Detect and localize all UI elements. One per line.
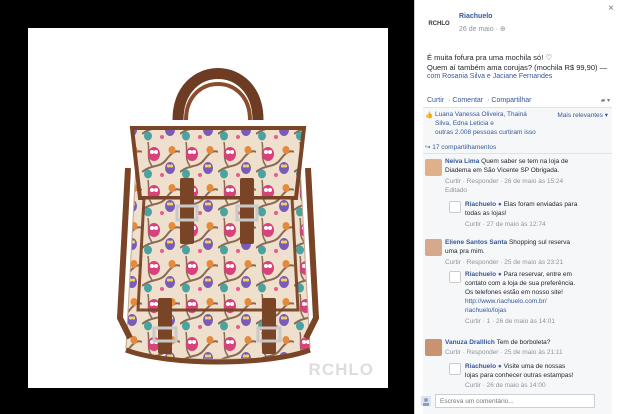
sort-comments-dropdown[interactable]: Mais relevantes ▾: [557, 111, 608, 119]
reply: Riachuelo ● Para reservar, entre em: [465, 271, 572, 278]
avatar[interactable]: [425, 239, 442, 256]
reply-author[interactable]: Riachuelo: [465, 201, 496, 208]
post-actions: Curtir · Comentar · Compartilhar: [427, 97, 532, 104]
reply-text: Para reservar, entre em: [503, 271, 572, 278]
reply: Riachuelo ● Visite uma de nossas: [465, 363, 565, 370]
post-text: É muita fofura pra uma mochila só! ♡ Que…: [427, 53, 607, 73]
verified-badge-icon: ●: [497, 363, 502, 370]
likes-summary-line[interactable]: outras 2.008 pessoas curtiram isso: [435, 129, 536, 136]
comment-author[interactable]: Eliene Santos Santa: [445, 239, 507, 246]
avatar[interactable]: [449, 271, 461, 283]
reply-text: Visite uma de nossas: [503, 363, 566, 370]
comment-text: Tem de borboleta?: [496, 339, 551, 346]
reply-author[interactable]: Riachuelo: [465, 271, 496, 278]
reply-author[interactable]: Riachuelo: [465, 363, 496, 370]
reply-meta[interactable]: Curtir · 26 de maio às 14:00: [465, 382, 546, 389]
post-text-line: É muita fofura pra uma mochila só! ♡: [427, 53, 553, 62]
likes-summary-line[interactable]: Silva, Edna Leticia e: [435, 120, 494, 127]
avatar[interactable]: [449, 363, 461, 375]
close-icon[interactable]: ×: [608, 3, 614, 14]
avatar[interactable]: [449, 201, 461, 213]
page-name-link[interactable]: Riachuelo: [459, 13, 492, 20]
share-button[interactable]: Compartilhar: [491, 97, 531, 104]
comment-text: Diadema em São Vicente SP Obrigada.: [445, 167, 560, 174]
verified-badge-icon: ●: [497, 201, 502, 208]
comment: Eliene Santos Santa Shopping sul reserva: [445, 239, 570, 246]
post-options-icon[interactable]: ▰ ▾: [601, 97, 610, 104]
reply-text: contato com a loja de sua preferência.: [465, 280, 576, 287]
comment-text: Quem saber se tem na loja de: [481, 158, 569, 165]
comment-author[interactable]: Vanuza Dralllich: [445, 339, 495, 346]
user-avatar-icon: [421, 396, 431, 406]
reply: Riachuelo ● Elas foram enviadas para: [465, 201, 577, 208]
reply-meta[interactable]: Curtir · 27 de maio às 12:74: [465, 221, 546, 228]
like-thumb-icon: 👍: [425, 112, 434, 119]
comment-text: uma pra mim.: [445, 248, 485, 255]
comment-meta[interactable]: Curtir · Responder · 25 de maio às 23:21: [445, 259, 563, 266]
shares-link[interactable]: ↪ 17 compartilhamentos: [425, 143, 496, 151]
comment-input[interactable]: [435, 394, 595, 408]
comment: Vanuza Dralllich Tem de borboleta?: [445, 339, 550, 346]
watermark: RCHLO: [308, 360, 374, 379]
avatar[interactable]: [425, 159, 442, 176]
reply-text: Os telefones estão em nosso site!: [465, 289, 563, 296]
post-side-panel: × RCHLO Riachuelo 26 de maio · ⊕ É muita…: [414, 0, 620, 414]
product-photo[interactable]: RCHLO: [28, 28, 388, 388]
reply-text: todas as lojas!: [465, 210, 507, 217]
avatar[interactable]: [425, 339, 442, 356]
comment: Neiva Lima Quem saber se tem na loja de: [445, 158, 568, 165]
reply-meta[interactable]: Curtir · 1 · 26 de maio às 14:01: [465, 318, 555, 325]
post-date[interactable]: 26 de maio ·: [459, 26, 500, 33]
likes-summary-line[interactable]: Luana Vanessa Oliveira, Thainá: [435, 111, 527, 118]
post-text-line: Quem aí também ama corujas? (mochila R$ …: [427, 63, 608, 72]
comment-author[interactable]: Neiva Lima: [445, 158, 479, 165]
tagged-people[interactable]: com Rosania Silva e Jaciane Fernandes: [427, 73, 552, 80]
reply-link[interactable]: riachuelo/lojas: [465, 307, 507, 314]
feedback-area: 👍 Luana Vanessa Oliveira, Thainá Silva, …: [423, 108, 612, 414]
edited-label[interactable]: Editado: [445, 187, 467, 194]
like-button[interactable]: Curtir: [427, 97, 444, 104]
comment-text: Shopping sul reserva: [508, 239, 571, 246]
reply-link[interactable]: http://www.riachuelo.com.br/: [465, 298, 547, 305]
reply-text: Elas foram enviadas para: [503, 201, 578, 208]
shares-count: 17 compartilhamentos: [432, 144, 497, 151]
comment-meta[interactable]: Curtir · Responder · 25 de maio às 21:11: [445, 349, 563, 356]
backpack-image: [116, 68, 320, 365]
globe-icon: ⊕: [499, 26, 506, 33]
post-date-line: 26 de maio · ⊕: [459, 25, 506, 33]
page-logo[interactable]: RCHLO: [427, 20, 451, 36]
verified-badge-icon: ●: [497, 271, 502, 278]
photo-viewer: RCHLO: [0, 0, 414, 414]
comment-meta[interactable]: Curtir · Responder · 26 de maio às 15:24: [445, 178, 563, 185]
divider: [423, 153, 612, 154]
comment-button[interactable]: Comentar: [452, 97, 483, 104]
reply-text: lojas para conhecer outras estampas!: [465, 372, 574, 379]
